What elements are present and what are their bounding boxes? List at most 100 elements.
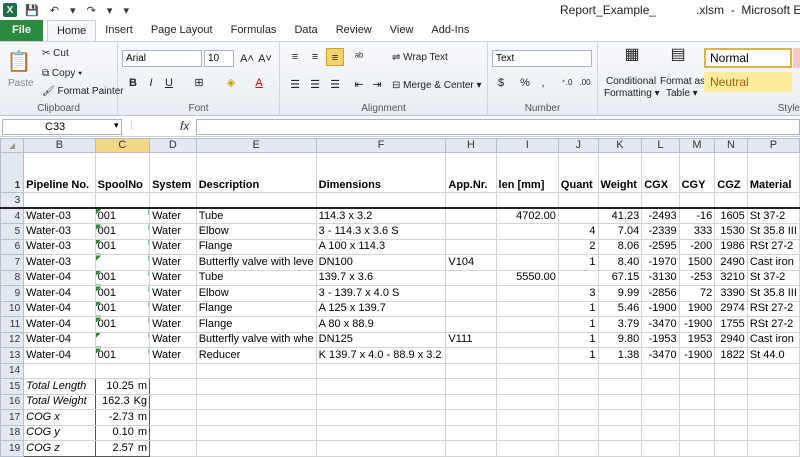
data-cell-H[interactable] [445, 207, 497, 224]
data-cell-P[interactable]: RSt 27-2 [746, 300, 800, 317]
data-cell-M[interactable]: -253 [678, 269, 716, 286]
data-cell-N[interactable]: 1755 [714, 316, 748, 333]
blank-cell[interactable] [195, 192, 317, 209]
data-cell-P[interactable]: St 35.8 III [746, 223, 800, 240]
header-cell-J[interactable]: Quant [557, 152, 599, 193]
data-cell-B[interactable]: Water-03 [23, 238, 96, 255]
blank-cell[interactable] [678, 424, 716, 441]
blank-cell[interactable] [597, 424, 643, 441]
data-cell-J[interactable]: 4 [557, 223, 599, 240]
blank-cell[interactable] [746, 393, 800, 410]
blank-cell[interactable] [714, 192, 748, 209]
summary-value[interactable]: 2.57 m [94, 440, 151, 457]
format-as-table-icon[interactable]: ▤ [666, 46, 690, 70]
data-cell-P[interactable]: RSt 27-2 [746, 238, 800, 255]
italic-button[interactable]: I [142, 74, 160, 92]
blank-cell[interactable] [746, 440, 800, 457]
style-neutral[interactable]: Neutral [704, 72, 792, 92]
blank-cell[interactable] [714, 393, 748, 410]
blank-cell[interactable] [714, 362, 748, 379]
data-cell-M[interactable]: -1900 [678, 347, 716, 364]
data-cell-M[interactable]: 72 [678, 285, 716, 302]
data-cell-K[interactable]: 8.40 [597, 254, 643, 271]
blank-cell[interactable] [557, 409, 599, 426]
name-box[interactable]: C33 [2, 119, 122, 135]
blank-cell[interactable] [495, 378, 559, 395]
data-cell-I[interactable] [495, 347, 559, 364]
tab-add-ins[interactable]: Add-Ins [422, 20, 478, 41]
blank-cell[interactable] [445, 409, 497, 426]
data-cell-H[interactable] [445, 269, 497, 286]
data-cell-E[interactable]: Flange [195, 316, 317, 333]
blank-cell[interactable] [149, 378, 197, 395]
data-cell-J[interactable]: 1 [557, 347, 599, 364]
font-color-icon[interactable]: A [250, 74, 268, 92]
row-header-11[interactable]: 11 [0, 316, 25, 333]
data-cell-P[interactable]: RSt 27-2 [746, 316, 800, 333]
data-cell-E[interactable]: Flange [195, 300, 317, 317]
data-cell-N[interactable]: 3210 [714, 269, 748, 286]
row-header-19[interactable]: 19 [0, 440, 25, 457]
blank-cell[interactable] [597, 440, 643, 457]
blank-cell[interactable] [678, 192, 716, 209]
blank-cell[interactable] [641, 424, 680, 441]
borders-icon[interactable]: ⊞ [190, 74, 208, 92]
data-cell-C[interactable]: 001 [94, 316, 151, 333]
blank-cell[interactable] [495, 409, 559, 426]
data-cell-F[interactable]: A 80 x 88.9 [315, 316, 447, 333]
summary-value[interactable]: -2.73 m [94, 409, 151, 426]
data-cell-M[interactable]: 1900 [678, 300, 716, 317]
header-cell-D[interactable]: System [149, 152, 197, 193]
data-cell-L[interactable]: -1953 [641, 331, 680, 348]
blank-cell[interactable] [746, 362, 800, 379]
style-normal[interactable]: Normal [704, 48, 792, 68]
data-cell-C[interactable] [94, 254, 151, 271]
blank-cell[interactable] [195, 378, 317, 395]
data-cell-C[interactable] [94, 331, 151, 348]
data-cell-C[interactable]: 001 [94, 207, 151, 224]
increase-decimal-icon[interactable]: ⁺.0 [558, 74, 576, 92]
data-cell-I[interactable] [495, 300, 559, 317]
conditional-formatting-label-2[interactable]: Formatting ▾ [604, 88, 660, 99]
data-cell-M[interactable]: 333 [678, 223, 716, 240]
data-cell-P[interactable]: St 37-2 [746, 269, 800, 286]
copy-button[interactable]: ⧉ Copy ▾ [42, 68, 82, 79]
blank-cell[interactable] [557, 440, 599, 457]
data-cell-B[interactable]: Water-04 [23, 285, 96, 302]
currency-button[interactable]: $ [492, 74, 510, 92]
blank-cell[interactable] [746, 192, 800, 209]
column-header-D[interactable]: D [149, 138, 197, 153]
blank-cell[interactable] [746, 378, 800, 395]
font-name-select[interactable]: Arial [122, 50, 202, 67]
data-cell-K[interactable]: 3.79 [597, 316, 643, 333]
data-cell-H[interactable] [445, 300, 497, 317]
data-cell-B[interactable]: Water-03 [23, 254, 96, 271]
data-cell-F[interactable]: A 125 x 139.7 [315, 300, 447, 317]
data-cell-B[interactable]: Water-03 [23, 207, 96, 224]
orientation-icon[interactable]: ᵃᵇ [350, 48, 368, 66]
align-middle-icon[interactable]: ≡ [306, 48, 324, 66]
conditional-formatting-label[interactable]: Conditional [606, 76, 656, 87]
blank-cell[interactable] [641, 393, 680, 410]
blank-cell[interactable] [746, 424, 800, 441]
blank-cell[interactable] [149, 192, 197, 209]
data-cell-D[interactable]: Water [149, 254, 197, 271]
blank-cell[interactable] [597, 409, 643, 426]
align-bottom-icon[interactable]: ≡ [326, 48, 344, 66]
merge-center-button[interactable]: ⊟ Merge & Center ▾ [392, 80, 482, 91]
data-cell-C[interactable]: 001 [94, 238, 151, 255]
data-cell-J[interactable] [557, 269, 599, 286]
data-cell-J[interactable]: 3 [557, 285, 599, 302]
row-header-17[interactable]: 17 [0, 409, 25, 426]
header-cell-I[interactable]: len [mm] [495, 152, 559, 193]
data-cell-H[interactable] [445, 347, 497, 364]
data-cell-L[interactable]: -1900 [641, 300, 680, 317]
header-cell-H[interactable]: App.Nr. [445, 152, 497, 193]
outdent-icon[interactable]: ⇥ [368, 76, 386, 94]
conditional-formatting-icon[interactable]: ▦ [620, 46, 644, 70]
data-cell-E[interactable]: Tube [195, 269, 317, 286]
data-cell-M[interactable]: 1953 [678, 331, 716, 348]
data-cell-I[interactable] [495, 254, 559, 271]
blank-cell[interactable] [495, 424, 559, 441]
row-header-5[interactable]: 5 [0, 223, 25, 240]
